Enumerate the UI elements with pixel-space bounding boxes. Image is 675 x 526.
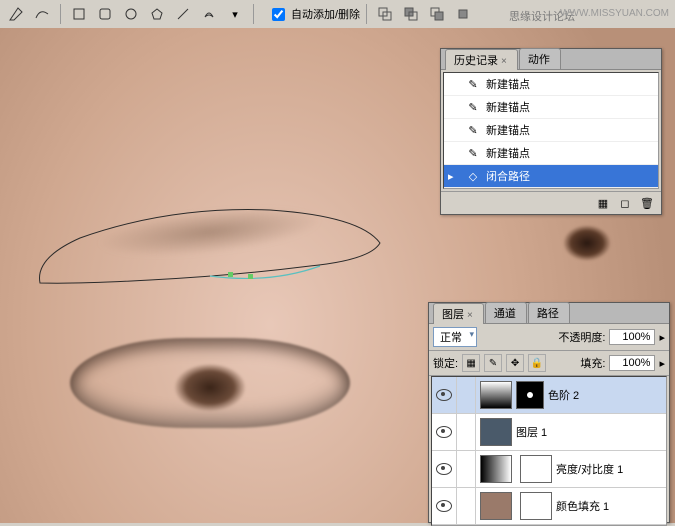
lock-label: 锁定: <box>433 355 458 371</box>
visibility-toggle[interactable] <box>432 488 457 524</box>
tab-history[interactable]: 历史记录× <box>445 49 518 70</box>
history-item-label: 新建锚点 <box>486 76 530 92</box>
left-eye <box>70 338 350 428</box>
shape-custom-icon[interactable] <box>197 2 221 26</box>
eyebrow-shading <box>48 191 373 284</box>
visibility-toggle[interactable] <box>432 377 457 413</box>
separator <box>60 4 61 24</box>
lock-fill-row: 锁定: ▦ ✎ ✥ 🔒 填充: 100% ▸ <box>429 351 669 376</box>
eye-icon <box>436 389 452 401</box>
layer-list[interactable]: 色阶 2 图层 1 亮度/对比度 1 颜色填充 1 <box>431 376 667 526</box>
lock-transparent-icon[interactable]: ▦ <box>462 354 480 372</box>
dropdown-arrow-icon[interactable]: ▾ <box>223 2 247 26</box>
close-icon[interactable]: × <box>501 56 507 67</box>
anchor-icon: ✎ <box>466 100 480 114</box>
snapshot-icon[interactable]: ▦ <box>595 195 611 211</box>
history-item-label: 闭合路径 <box>486 168 530 184</box>
mask-thumb[interactable] <box>516 381 544 409</box>
freeform-pen-icon[interactable] <box>30 2 54 26</box>
history-panel: 历史记录× 动作 ▸✎新建锚点 ▸✎新建锚点 ▸✎新建锚点 ▸✎新建锚点 ▸◇闭… <box>440 48 662 215</box>
link-column[interactable] <box>457 451 476 487</box>
auto-add-delete-label: 自动添加/删除 <box>291 6 360 22</box>
tab-actions[interactable]: 动作 <box>519 48 561 69</box>
history-panel-tabs: 历史记录× 动作 <box>441 49 661 70</box>
shape-line-icon[interactable] <box>171 2 195 26</box>
tab-paths[interactable]: 路径 <box>528 302 570 323</box>
link-column[interactable] <box>457 488 476 524</box>
close-path-icon: ◇ <box>466 169 480 183</box>
visibility-toggle[interactable] <box>432 451 457 487</box>
history-item-label: 新建锚点 <box>486 122 530 138</box>
lock-position-icon[interactable]: ✥ <box>506 354 524 372</box>
blend-opacity-row: 正常 不透明度: 100% ▸ <box>429 324 669 351</box>
pen-tool-icon[interactable] <box>4 2 28 26</box>
solid-thumb[interactable] <box>480 492 512 520</box>
opacity-input[interactable]: 100% <box>609 329 655 345</box>
history-item[interactable]: ▸✎新建锚点 <box>444 119 658 142</box>
history-item[interactable]: ▸✎新建锚点 <box>444 142 658 165</box>
image-thumb[interactable] <box>480 418 512 446</box>
separator <box>253 4 254 24</box>
new-state-icon[interactable]: ◻ <box>617 195 633 211</box>
auto-add-delete-checkbox[interactable]: 自动添加/删除 <box>268 5 360 24</box>
watermark-text: WWW.MISSYUAN.COM <box>560 8 669 19</box>
layer-name[interactable]: 色阶 2 <box>548 387 579 403</box>
layer-row[interactable]: 亮度/对比度 1 <box>432 451 666 488</box>
visibility-toggle[interactable] <box>432 414 457 450</box>
history-item[interactable]: ▸ ◇ 闭合路径 <box>444 165 658 188</box>
lock-pixels-icon[interactable]: ✎ <box>484 354 502 372</box>
eye-icon <box>436 426 452 438</box>
history-item[interactable]: ▸✎新建锚点 <box>444 73 658 96</box>
bc-thumb-icon[interactable] <box>480 455 512 483</box>
shape-rect-icon[interactable] <box>67 2 91 26</box>
path-op-4-icon[interactable] <box>451 2 475 26</box>
layer-row[interactable]: 色阶 2 <box>432 377 666 414</box>
history-item[interactable]: ▸✎新建锚点 <box>444 96 658 119</box>
link-column[interactable] <box>457 377 476 413</box>
dropdown-arrow-icon[interactable]: ▸ <box>659 357 665 370</box>
fill-input[interactable]: 100% <box>609 355 655 371</box>
levels-thumb-icon[interactable] <box>480 381 512 409</box>
blend-mode-select[interactable]: 正常 <box>433 327 477 347</box>
fill-label: 填充: <box>580 355 605 371</box>
trash-icon[interactable]: 🗑 <box>639 195 655 211</box>
layer-row[interactable]: 颜色填充 1 <box>432 488 666 525</box>
anchor-icon: ✎ <box>466 146 480 160</box>
auto-add-delete-input[interactable] <box>272 8 285 21</box>
lock-all-icon[interactable]: 🔒 <box>528 354 546 372</box>
play-icon: ▸ <box>448 170 460 183</box>
path-op-1-icon[interactable] <box>373 2 397 26</box>
shape-ellipse-icon[interactable] <box>119 2 143 26</box>
history-footer: ▦ ◻ 🗑 <box>441 191 661 214</box>
mask-thumb[interactable] <box>520 492 552 520</box>
path-op-2-icon[interactable] <box>399 2 423 26</box>
options-bar: ▾ 自动添加/删除 思缘设计论坛 WWW.MISSYUAN.COM <box>0 0 675 29</box>
tab-channels[interactable]: 通道 <box>485 302 527 323</box>
eye-icon <box>436 500 452 512</box>
layer-name[interactable]: 图层 1 <box>516 424 547 440</box>
close-icon[interactable]: × <box>467 310 473 321</box>
separator <box>366 4 367 24</box>
shape-roundrect-icon[interactable] <box>93 2 117 26</box>
path-op-3-icon[interactable] <box>425 2 449 26</box>
dropdown-arrow-icon[interactable]: ▸ <box>659 331 665 344</box>
eyebrow-region <box>30 188 390 298</box>
layers-panel: 图层× 通道 路径 正常 不透明度: 100% ▸ 锁定: ▦ ✎ ✥ 🔒 填充… <box>428 302 670 523</box>
history-item-label: 新建锚点 <box>486 99 530 115</box>
layer-row[interactable]: 图层 1 <box>432 414 666 451</box>
history-list[interactable]: ▸✎新建锚点 ▸✎新建锚点 ▸✎新建锚点 ▸✎新建锚点 ▸◇闭合路径 <box>443 72 659 189</box>
anchor-icon: ✎ <box>466 77 480 91</box>
history-item-label: 新建锚点 <box>486 145 530 161</box>
anchor-icon: ✎ <box>466 123 480 137</box>
tab-layers[interactable]: 图层× <box>433 303 484 324</box>
layers-panel-tabs: 图层× 通道 路径 <box>429 303 669 324</box>
mask-thumb[interactable] <box>520 455 552 483</box>
eye-icon <box>436 463 452 475</box>
layer-name[interactable]: 亮度/对比度 1 <box>556 461 623 477</box>
link-column[interactable] <box>457 414 476 450</box>
opacity-label: 不透明度: <box>558 329 605 345</box>
layer-name[interactable]: 颜色填充 1 <box>556 498 609 514</box>
shape-polygon-icon[interactable] <box>145 2 169 26</box>
